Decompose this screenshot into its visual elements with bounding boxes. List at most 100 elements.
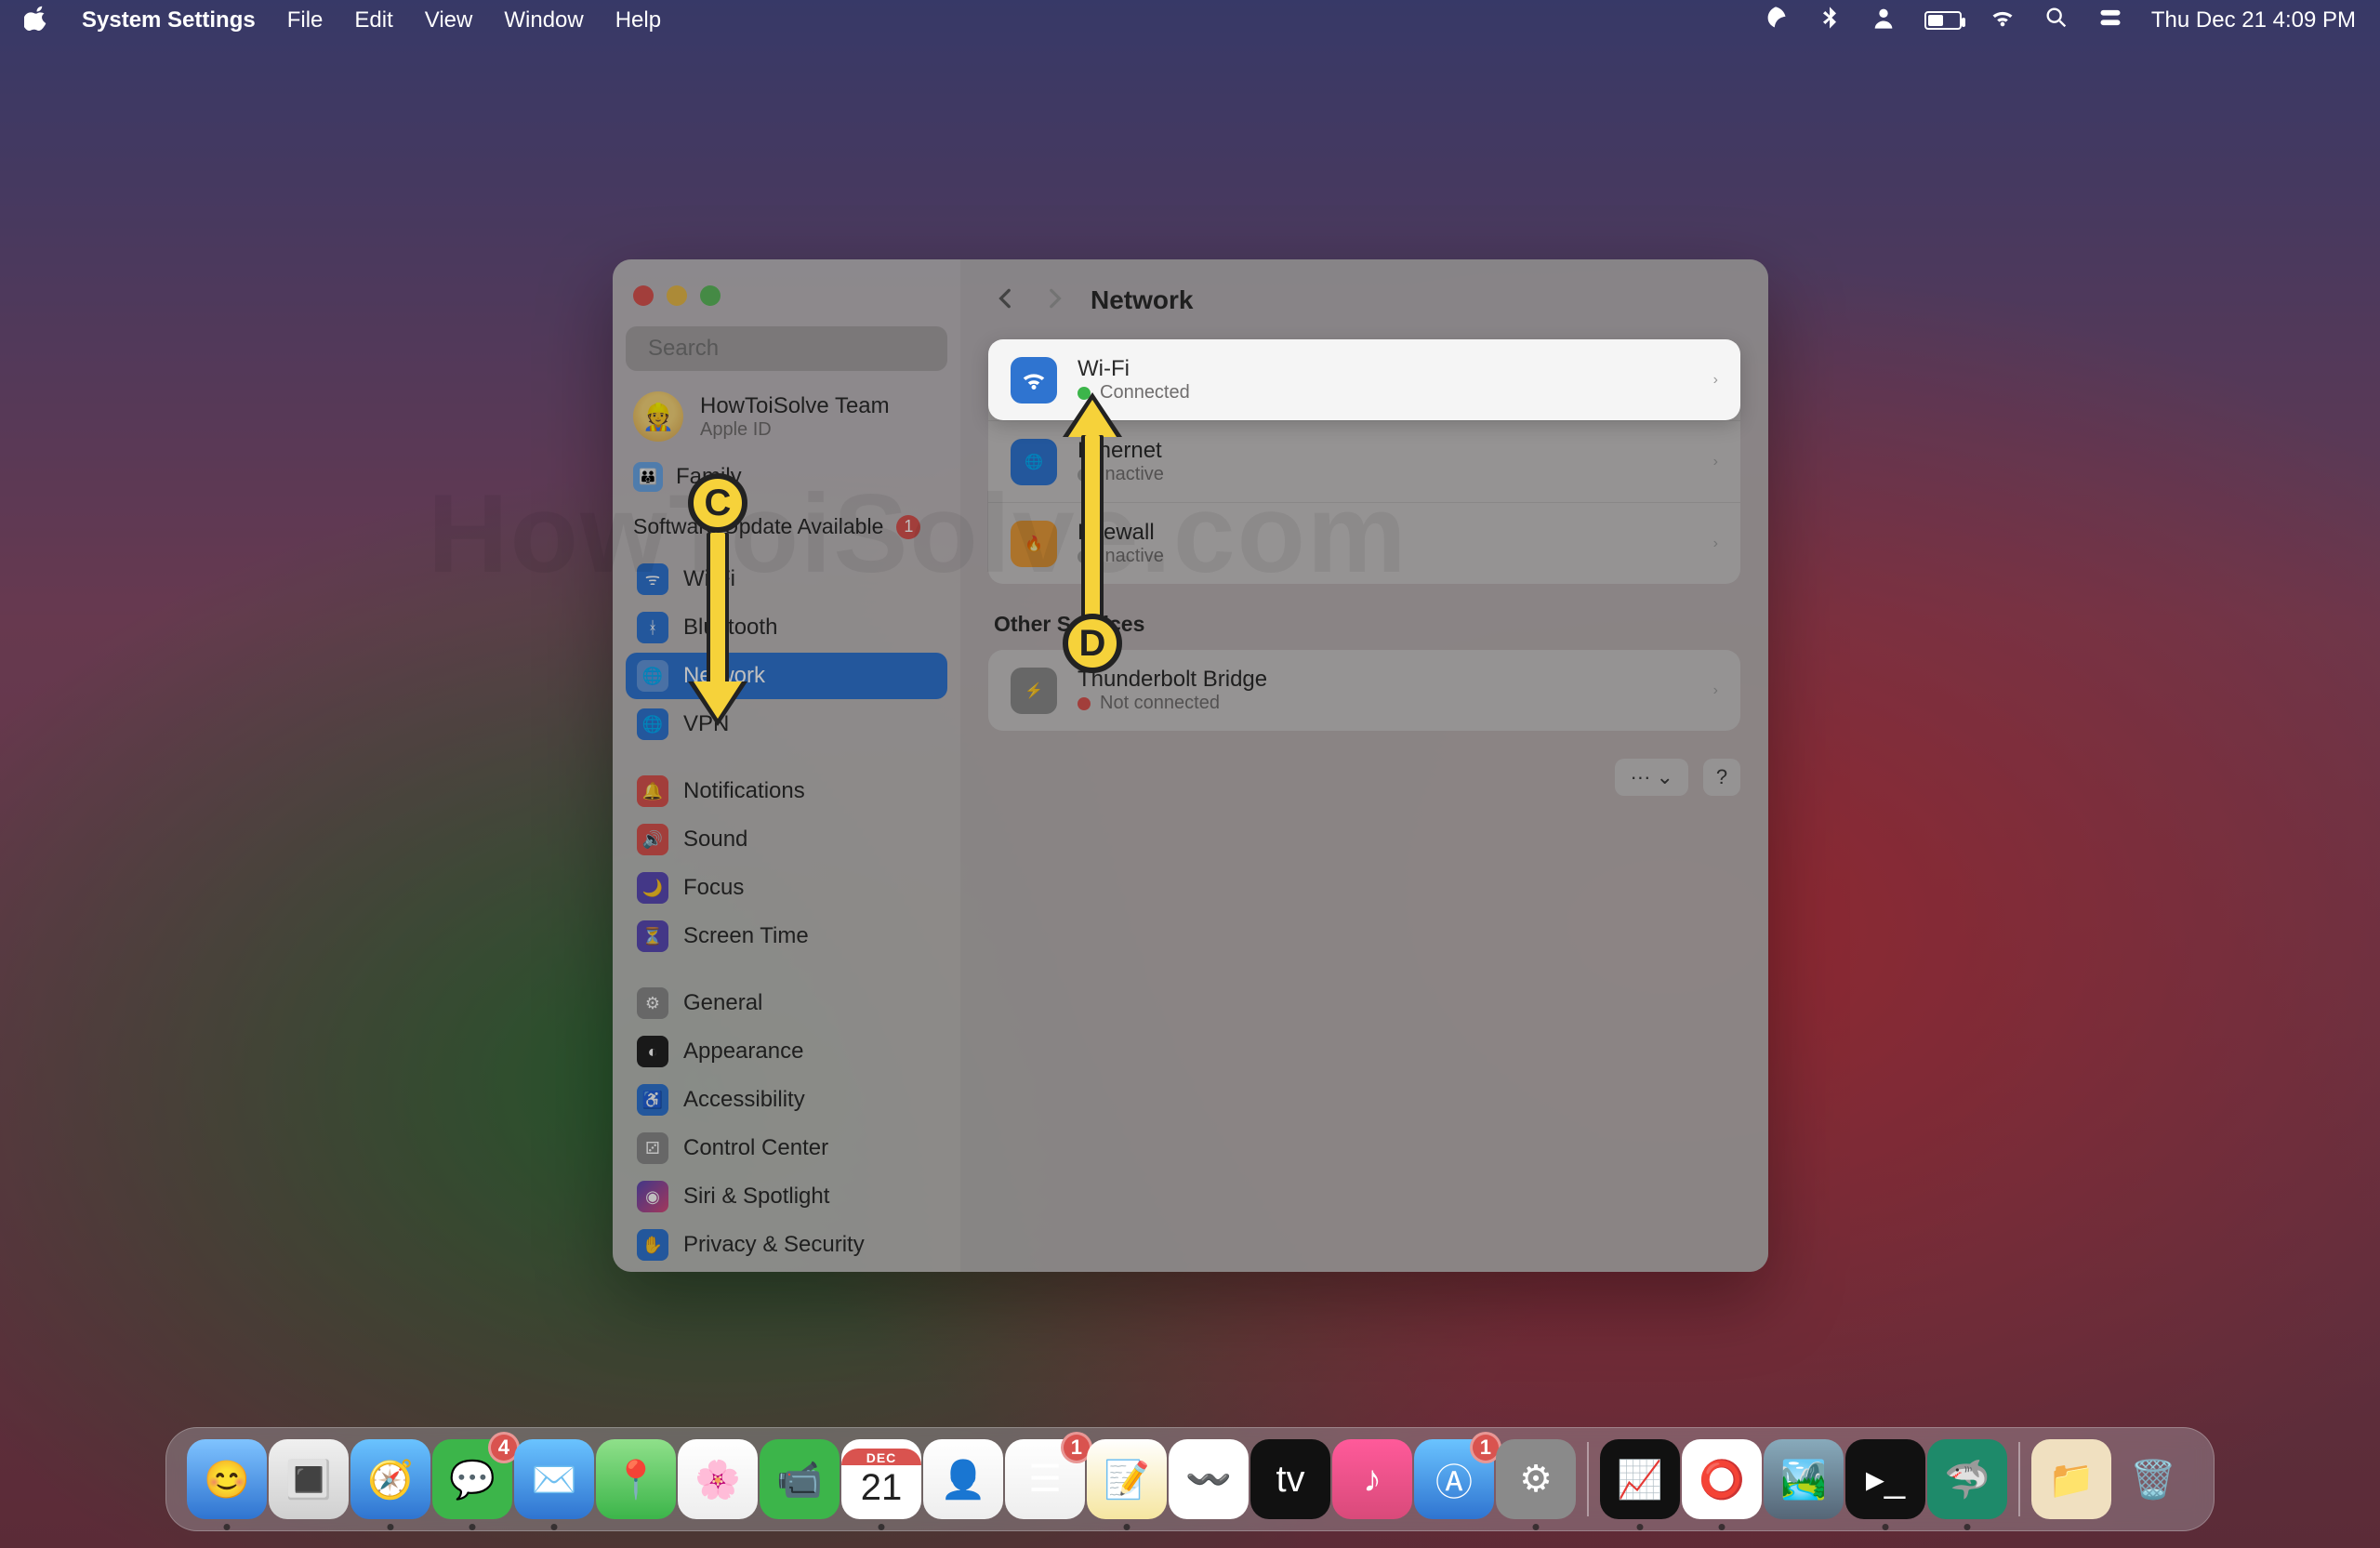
- sidebar-item-label: General: [683, 990, 762, 1016]
- annotation-d-label: D: [1079, 623, 1106, 665]
- battery-icon[interactable]: [1924, 11, 1962, 30]
- sidebar-item-label: Screen Time: [683, 923, 809, 949]
- dock-photos[interactable]: 🌸: [678, 1439, 758, 1519]
- vpn-icon: 🌐: [637, 708, 668, 740]
- menu-edit[interactable]: Edit: [354, 7, 392, 33]
- menu-view[interactable]: View: [425, 7, 473, 33]
- sidebar-item-label: Accessibility: [683, 1087, 805, 1113]
- page-title: Network: [1091, 285, 1193, 315]
- wifi-icon: ᯤ: [637, 563, 668, 595]
- gear-icon: ⚙: [637, 987, 668, 1019]
- dock-terminal[interactable]: ▸_: [1845, 1439, 1925, 1519]
- bluetooth-icon[interactable]: [1817, 5, 1843, 37]
- sidebar-item-label: Notifications: [683, 778, 805, 804]
- dock-facetime[interactable]: 📹: [760, 1439, 840, 1519]
- software-update-badge: 1: [896, 515, 920, 539]
- dock-messages[interactable]: 💬4: [432, 1439, 512, 1519]
- apple-id-account[interactable]: 👷 HowToiSolve Team Apple ID: [626, 371, 947, 455]
- help-button[interactable]: ?: [1703, 759, 1740, 796]
- sidebar-item-accessibility[interactable]: ♿ Accessibility: [626, 1077, 947, 1123]
- sidebar-item-label: Sound: [683, 827, 747, 853]
- sidebar-item-notifications[interactable]: 🔔 Notifications: [626, 768, 947, 814]
- row-title: Wi-Fi: [1078, 356, 1693, 382]
- clock[interactable]: Thu Dec 21 4:09 PM: [2151, 7, 2356, 33]
- sidebar-item-family[interactable]: 👪 Family: [626, 455, 947, 509]
- dock-maps[interactable]: 📍: [596, 1439, 676, 1519]
- search-input[interactable]: [648, 336, 936, 362]
- avatar: 👷: [633, 391, 683, 442]
- dock-finder[interactable]: 😊: [187, 1439, 267, 1519]
- sidebar-item-control-center[interactable]: ⚂Control Center: [626, 1125, 947, 1171]
- wifi-icon[interactable]: [1990, 5, 2016, 37]
- sidebar-item-vpn[interactable]: 🌐VPN: [626, 701, 947, 748]
- dock-activity-monitor[interactable]: 📈: [1600, 1439, 1680, 1519]
- appearance-icon: ◐: [637, 1036, 668, 1067]
- hand-icon: ✋: [637, 1229, 668, 1261]
- dock-appstore[interactable]: Ⓐ1: [1414, 1439, 1494, 1519]
- dock-preview-stack[interactable]: 🏞️: [1764, 1439, 1844, 1519]
- dock-downloads[interactable]: 📁: [2031, 1439, 2111, 1519]
- dock-freeform[interactable]: 〰️: [1169, 1439, 1249, 1519]
- bell-icon: 🔔: [637, 775, 668, 807]
- dock-mail[interactable]: ✉️: [514, 1439, 594, 1519]
- dock-safari[interactable]: 🧭: [350, 1439, 430, 1519]
- sidebar-item-label: Control Center: [683, 1135, 828, 1161]
- desktop: HowToiSolve.com System Settings File Edi…: [0, 0, 2380, 1548]
- moon-icon: 🌙: [637, 872, 668, 904]
- menu-file[interactable]: File: [287, 7, 324, 33]
- annotation-c-label: C: [705, 483, 732, 524]
- globe-icon: 🌐: [1011, 439, 1057, 485]
- sidebar-item-privacy-security[interactable]: ✋Privacy & Security: [626, 1222, 947, 1268]
- dock-surfshark[interactable]: 🦈: [1927, 1439, 2007, 1519]
- minimize-button[interactable]: [667, 285, 687, 306]
- sidebar-item-siri-spotlight[interactable]: ◉Siri & Spotlight: [626, 1173, 947, 1220]
- control-center-icon[interactable]: [2097, 5, 2123, 37]
- apple-menu[interactable]: [24, 5, 50, 37]
- accessibility-icon: ♿: [637, 1084, 668, 1116]
- dock-tv[interactable]: tv: [1250, 1439, 1330, 1519]
- dock-music[interactable]: ♪: [1332, 1439, 1412, 1519]
- sidebar-item-appearance[interactable]: ◐Appearance: [626, 1028, 947, 1075]
- globe-icon: 🌐: [637, 660, 668, 692]
- menu-help[interactable]: Help: [615, 7, 661, 33]
- maximize-button[interactable]: [700, 285, 721, 306]
- dock-notes[interactable]: 📝: [1087, 1439, 1167, 1519]
- search-icon[interactable]: [2043, 5, 2069, 37]
- back-button[interactable]: [994, 286, 1018, 315]
- account-sub: Apple ID: [700, 419, 890, 441]
- sidebar-item-bluetooth[interactable]: ᚼBluetooth: [626, 604, 947, 651]
- account-name: HowToiSolve Team: [700, 393, 890, 419]
- window-controls: [626, 276, 947, 326]
- sidebar-item-general[interactable]: ⚙ General: [626, 980, 947, 1026]
- menu-window[interactable]: Window: [504, 7, 583, 33]
- calendar-month: DEC: [841, 1449, 921, 1465]
- chevron-right-icon: ›: [1713, 454, 1718, 470]
- search-field[interactable]: [626, 326, 947, 371]
- software-update-row[interactable]: Software Update Available 1: [626, 509, 947, 556]
- system-settings-window: 👷 HowToiSolve Team Apple ID 👪 Family Sof…: [613, 259, 1768, 1272]
- dock-trash[interactable]: 🗑️: [2113, 1439, 2193, 1519]
- sidebar-item-wifi[interactable]: ᯤWi-Fi: [626, 556, 947, 602]
- dock-calendar[interactable]: DEC21: [841, 1439, 921, 1519]
- ellipsis-icon: ··· ⌄: [1630, 765, 1673, 789]
- dock-reminders[interactable]: ☰1: [1005, 1439, 1085, 1519]
- sidebar-item-sound[interactable]: 🔊Sound: [626, 816, 947, 863]
- dock-system-settings[interactable]: ⚙: [1496, 1439, 1576, 1519]
- sidebar-item-screen-time[interactable]: ⏳Screen Time: [626, 913, 947, 959]
- close-button[interactable]: [633, 285, 654, 306]
- app-name[interactable]: System Settings: [82, 7, 256, 33]
- dock-contacts[interactable]: 👤: [923, 1439, 1003, 1519]
- dock-launchpad[interactable]: 🔳: [269, 1439, 349, 1519]
- sidebar-item-focus[interactable]: 🌙Focus: [626, 865, 947, 911]
- status-dot-icon: [1078, 697, 1091, 710]
- sidebar-item-label: Siri & Spotlight: [683, 1184, 829, 1210]
- user-icon[interactable]: [1871, 5, 1897, 37]
- row-title: Firewall: [1078, 520, 1693, 546]
- leaf-icon[interactable]: [1763, 5, 1789, 37]
- sidebar-item-network[interactable]: 🌐Network: [626, 653, 947, 699]
- bluetooth-icon: ᚼ: [637, 612, 668, 643]
- dock-chrome[interactable]: ⭕: [1682, 1439, 1762, 1519]
- more-options-button[interactable]: ··· ⌄: [1615, 759, 1688, 796]
- forward-button[interactable]: [1042, 286, 1066, 315]
- annotation-marker-c: C: [688, 473, 747, 533]
